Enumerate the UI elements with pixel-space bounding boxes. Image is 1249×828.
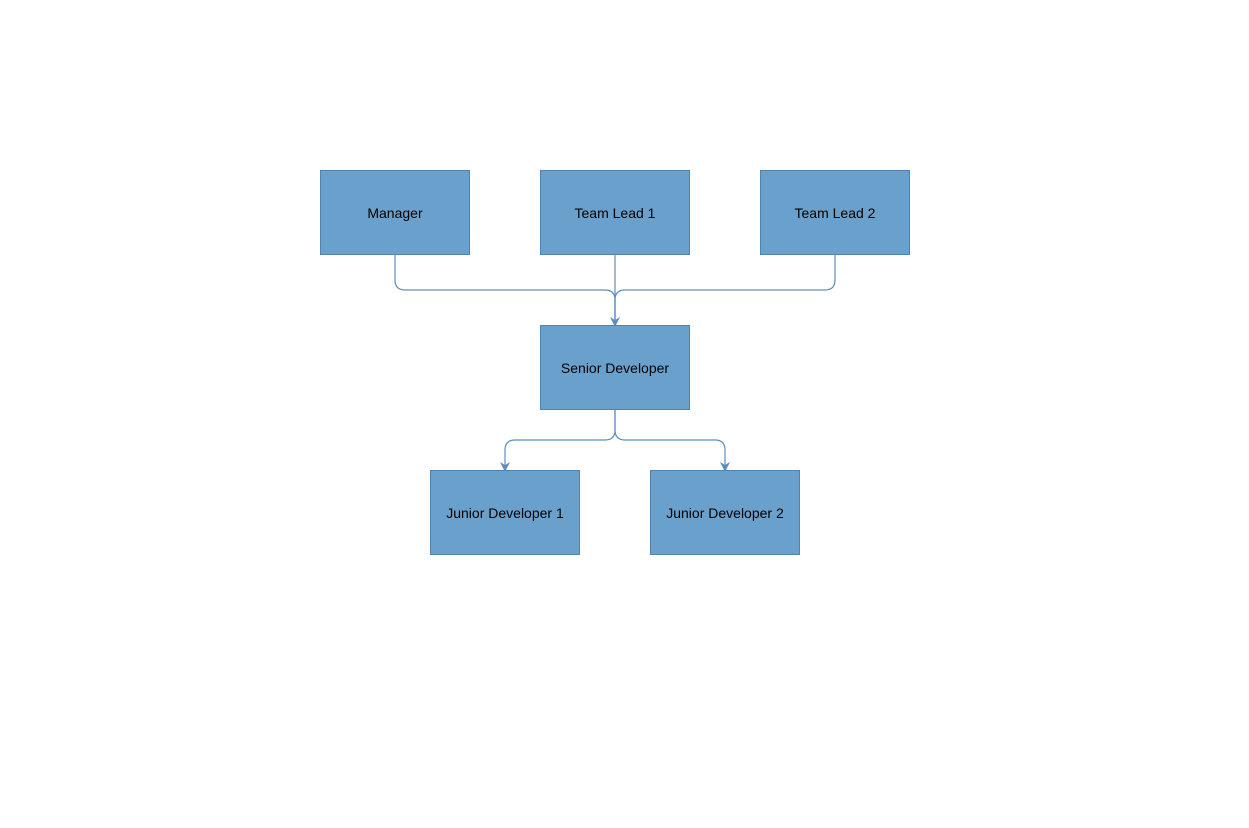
- edge-teamlead2-to-senior: [615, 255, 835, 325]
- node-junior1[interactable]: Junior Developer 1: [430, 470, 580, 555]
- edges-layer: [0, 0, 1249, 828]
- edge-senior-to-junior2: [615, 410, 725, 470]
- node-manager[interactable]: Manager: [320, 170, 470, 255]
- node-label: Manager: [367, 205, 422, 221]
- node-teamlead1[interactable]: Team Lead 1: [540, 170, 690, 255]
- node-senior[interactable]: Senior Developer: [540, 325, 690, 410]
- node-label: Team Lead 2: [795, 205, 876, 221]
- node-label: Senior Developer: [561, 360, 669, 376]
- node-junior2[interactable]: Junior Developer 2: [650, 470, 800, 555]
- node-label: Junior Developer 1: [446, 505, 564, 521]
- node-label: Team Lead 1: [575, 205, 656, 221]
- node-teamlead2[interactable]: Team Lead 2: [760, 170, 910, 255]
- diagram-canvas: Manager Team Lead 1 Team Lead 2 Senior D…: [0, 0, 1249, 828]
- edge-manager-to-senior: [395, 255, 615, 325]
- edge-senior-to-junior1: [505, 410, 615, 470]
- node-label: Junior Developer 2: [666, 505, 784, 521]
